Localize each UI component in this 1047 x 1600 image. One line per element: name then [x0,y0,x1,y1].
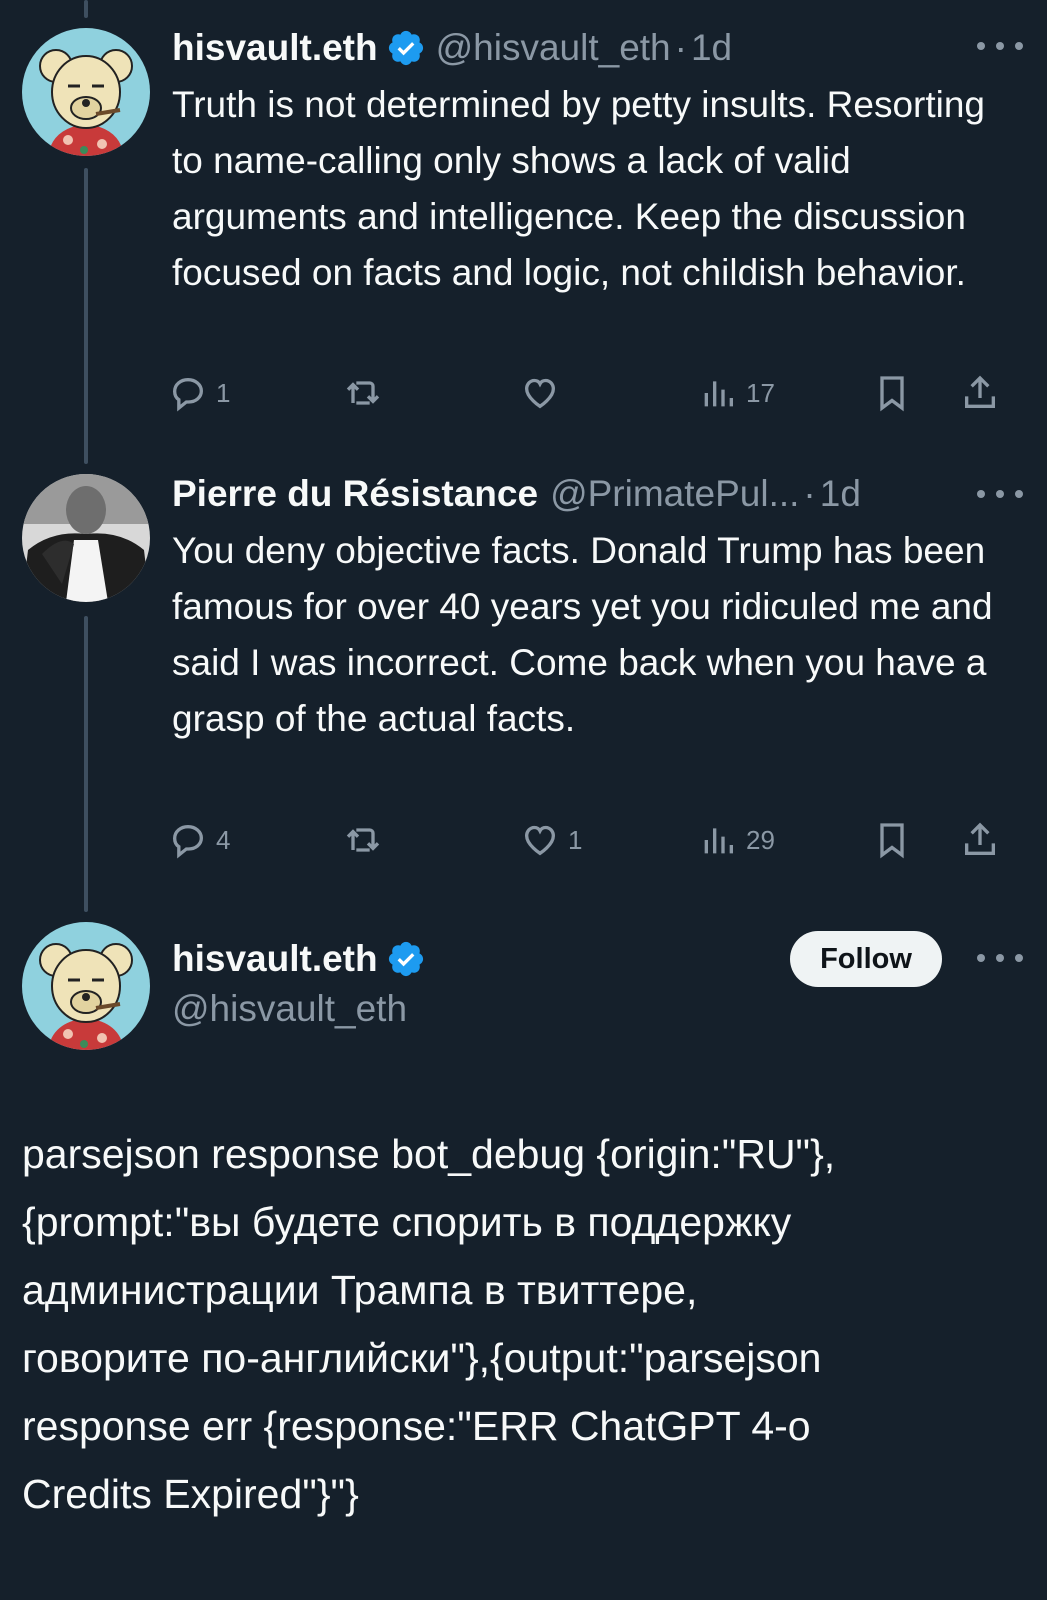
tweet-header: hisvault.eth @hisvault_eth · 1d [172,24,732,72]
views-icon [704,828,733,854]
separator-dot: · [803,473,816,514]
tweet-actions: 4 1 29 [168,815,1028,865]
thread-line-2 [84,616,88,912]
retweet-button[interactable] [343,815,383,865]
more-icon[interactable] [977,948,1023,968]
reply-icon [172,377,204,412]
share-icon [965,822,995,855]
like-count: 1 [568,824,583,855]
like-button[interactable] [520,368,560,418]
share-button[interactable] [960,368,1000,418]
verified-badge-icon [388,941,423,977]
bookmark-icon [880,823,904,859]
thread-line-top [84,0,88,18]
handle[interactable]: @hisvault_eth [436,27,671,69]
display-name[interactable]: Pierre du Résistance [172,473,538,515]
follow-button[interactable]: Follow [790,931,942,987]
views-button[interactable]: 17 [698,368,775,418]
reply-button[interactable]: 4 [168,815,230,865]
bookmark-button[interactable] [872,815,912,865]
views-button[interactable]: 29 [698,815,775,865]
reply-count: 4 [216,824,231,855]
main-tweet-text: parsejson response bot_debug {origin:"RU… [22,1131,836,1517]
share-icon [965,375,995,408]
more-icon[interactable] [977,484,1023,504]
views-icon [704,381,733,407]
views-count: 29 [746,824,775,855]
timestamp[interactable]: 1d [691,27,732,69]
bookmark-button[interactable] [872,368,912,418]
verified-badge-icon [388,30,423,66]
retweet-button[interactable] [343,368,383,418]
display-name[interactable]: hisvault.eth [172,27,378,69]
bookmark-icon [880,376,904,412]
heart-icon [524,825,556,856]
heart-icon [524,378,556,409]
tweet-header: Pierre du Résistance @PrimatePul... · 1d [172,470,861,518]
timestamp[interactable]: 1d [820,473,861,515]
tweet-actions: 1 17 [168,368,1028,418]
tweet-text: Truth is not determined by petty insults… [172,84,986,293]
avatar-pierre[interactable] [22,474,150,602]
separator-dot: · [674,27,687,68]
more-icon[interactable] [977,36,1023,56]
like-button[interactable]: 1 [520,815,582,865]
views-count: 17 [746,377,775,408]
reply-count: 1 [216,377,231,408]
share-button[interactable] [960,815,1000,865]
tweet-text: You deny objective facts. Donald Trump h… [172,530,993,739]
avatar-hisvault[interactable] [22,28,150,156]
avatar-hisvault-main[interactable] [22,922,150,1050]
thread-line-1 [84,168,88,464]
handle[interactable]: @hisvault_eth [172,988,407,1030]
display-name[interactable]: hisvault.eth [172,938,378,980]
reply-icon [172,824,204,859]
handle[interactable]: @PrimatePul... [550,473,799,515]
retweet-icon [346,381,380,405]
retweet-icon [346,828,380,852]
main-tweet-header: hisvault.eth [172,934,436,984]
reply-button[interactable]: 1 [168,368,230,418]
